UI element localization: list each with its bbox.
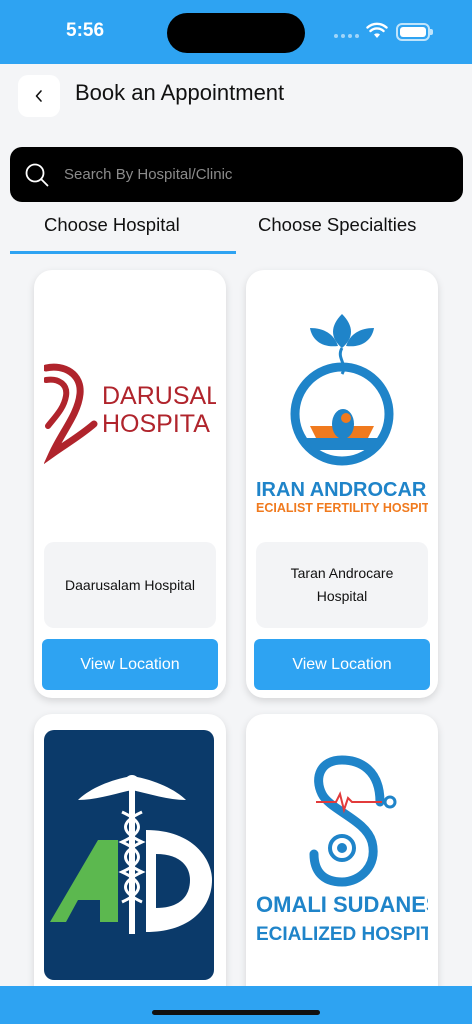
search-icon xyxy=(25,163,49,186)
active-tab-indicator xyxy=(10,251,236,254)
hospital-logo: DARUSAL HOSPITA xyxy=(44,286,216,534)
signal-icon xyxy=(334,34,360,40)
svg-text:IRAN ANDROCAR: IRAN ANDROCAR xyxy=(256,479,427,501)
tab-choose-hospital[interactable]: Choose Hospital xyxy=(44,214,180,236)
back-button[interactable] xyxy=(18,75,60,117)
status-time: 5:56 xyxy=(66,20,105,41)
svg-text:ECIALIZED HOSPIT: ECIALIZED HOSPIT xyxy=(256,924,428,945)
bottom-bar xyxy=(0,986,472,1024)
hospital-name: Daarusalam Hospital xyxy=(44,542,216,628)
search-bar[interactable] xyxy=(10,147,463,202)
hospital-card[interactable] xyxy=(34,714,226,1024)
svg-text:HOSPITA: HOSPITA xyxy=(102,410,210,438)
hospital-card[interactable]: IRAN ANDROCAR ECIALIST FERTILITY HOSPIT … xyxy=(246,270,438,698)
hospital-logo: IRAN ANDROCAR ECIALIST FERTILITY HOSPIT xyxy=(256,286,428,534)
hospital-card[interactable]: DARUSAL HOSPITA Daarusalam Hospital View… xyxy=(34,270,226,698)
svg-text:OMALI SUDANES: OMALI SUDANES xyxy=(256,892,428,917)
tab-choose-specialties[interactable]: Choose Specialties xyxy=(258,214,416,236)
status-bar: 5:56 xyxy=(0,0,472,64)
hospital-logo xyxy=(44,730,216,980)
svg-text:ECIALIST FERTILITY HOSPIT: ECIALIST FERTILITY HOSPIT xyxy=(256,501,428,515)
page-title: Book an Appointment xyxy=(75,80,285,105)
wifi-icon xyxy=(366,22,388,38)
view-location-button[interactable]: View Location xyxy=(42,639,218,690)
svg-text:DARUSAL: DARUSAL xyxy=(102,382,216,410)
battery-icon xyxy=(396,23,433,41)
dynamic-island xyxy=(167,13,305,53)
hospital-card[interactable]: OMALI SUDANES ECIALIZED HOSPIT xyxy=(246,714,438,1024)
view-location-button[interactable]: View Location xyxy=(254,639,430,690)
hospital-name: Taran Androcare Hospital xyxy=(256,542,428,628)
search-input[interactable] xyxy=(64,166,424,183)
tab-bar: Choose Hospital Choose Specialties xyxy=(10,210,463,256)
chevron-left-icon xyxy=(35,90,42,102)
home-indicator[interactable] xyxy=(152,1010,320,1015)
hospital-logo: OMALI SUDANES ECIALIZED HOSPIT xyxy=(256,730,428,980)
